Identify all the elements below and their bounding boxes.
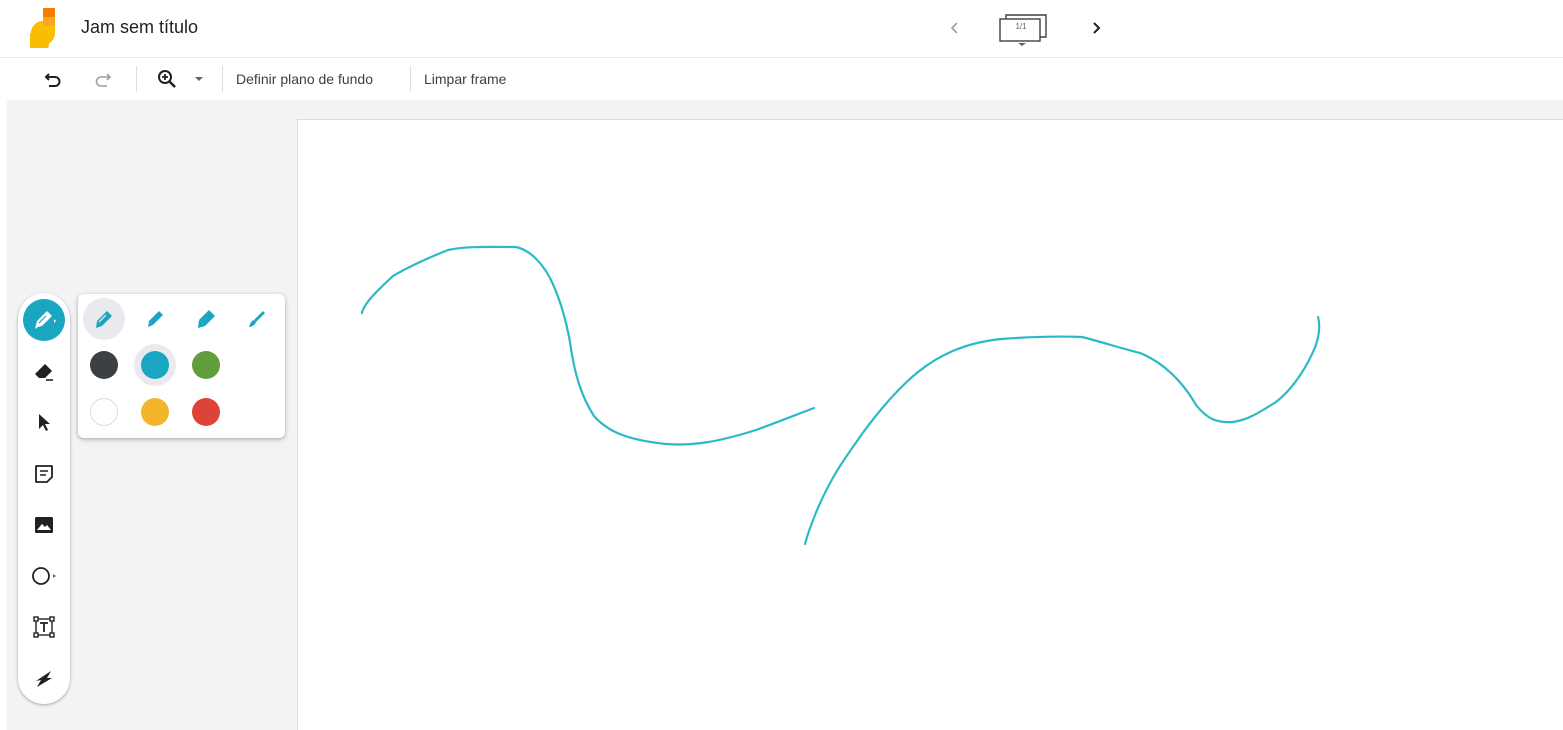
eraser-tool-button[interactable] (23, 350, 65, 392)
undo-button[interactable] (38, 64, 68, 94)
sticky-note-icon (35, 465, 53, 483)
color-swatch-green[interactable] (185, 344, 227, 386)
text-box-tool-button[interactable] (23, 606, 65, 648)
pen-type-brush[interactable] (236, 298, 278, 340)
eraser-icon (35, 364, 53, 381)
edit-toolbar: Definir plano de fundo Limpar frame (0, 58, 1563, 100)
circle-icon (32, 567, 56, 585)
clear-frame-label: Limpar frame (424, 71, 507, 87)
jamboard-logo (30, 8, 55, 48)
zoom-in-icon (158, 70, 176, 88)
color-swatch-red[interactable] (185, 391, 227, 433)
document-title[interactable]: Jam sem título (81, 17, 198, 38)
color-dot (192, 351, 220, 379)
color-dot (141, 398, 169, 426)
whiteboard-canvas[interactable] (297, 119, 1563, 730)
redo-button[interactable] (88, 64, 118, 94)
color-dot (141, 351, 169, 379)
app-header: Jam sem título 1/1 (0, 0, 1563, 58)
image-tool-button[interactable] (23, 504, 65, 546)
marker-icon (35, 311, 56, 329)
pen-options-popover (78, 294, 285, 438)
previous-frame-button[interactable] (940, 10, 970, 46)
laser-tool-button[interactable] (23, 657, 65, 699)
marker-icon (148, 311, 163, 327)
zoom-button[interactable] (152, 64, 182, 94)
undo-icon (44, 73, 61, 87)
color-dot (192, 398, 220, 426)
image-icon (35, 517, 53, 533)
set-background-button[interactable]: Definir plano de fundo (236, 64, 373, 94)
pen-type-marker[interactable] (134, 298, 176, 340)
clear-frame-button[interactable]: Limpar frame (424, 64, 506, 94)
cursor-arrow-icon (39, 414, 50, 431)
pen-tool-button[interactable] (23, 299, 65, 341)
color-swatch-black[interactable] (83, 344, 125, 386)
next-frame-button[interactable] (1081, 10, 1111, 46)
chevron-right-icon (1093, 22, 1101, 34)
set-background-label: Definir plano de fundo (236, 71, 373, 87)
sticky-note-tool-button[interactable] (23, 453, 65, 495)
ink-stroke[interactable] (803, 315, 1321, 546)
ink-stroke[interactable] (360, 245, 816, 446)
pen-type-pen[interactable] (83, 298, 125, 340)
toolbar-divider (410, 66, 411, 92)
redo-icon (95, 73, 112, 87)
toolbar-divider (136, 66, 137, 92)
color-dot (90, 398, 118, 426)
select-tool-button[interactable] (23, 401, 65, 443)
toolbar-divider (222, 66, 223, 92)
pen-type-highlighter[interactable] (185, 298, 227, 340)
frame-counter: 1/1 (1015, 22, 1027, 31)
laser-icon (36, 671, 52, 687)
chevron-left-icon (950, 22, 958, 34)
color-dot (90, 351, 118, 379)
drawing-layer (360, 245, 1321, 546)
shape-tool-button[interactable] (23, 555, 65, 597)
text-box-icon (33, 616, 55, 638)
color-swatch-white[interactable] (83, 391, 125, 433)
brush-icon (249, 311, 265, 327)
color-swatch-blue[interactable] (134, 344, 176, 386)
color-swatch-yellow[interactable] (134, 391, 176, 433)
pen-icon (96, 311, 112, 328)
frame-bar-toggle[interactable]: 1/1 (998, 12, 1058, 46)
highlighter-icon (198, 310, 215, 328)
tool-rail (18, 293, 70, 704)
zoom-dropdown-button[interactable] (190, 64, 208, 94)
caret-down-icon (195, 77, 203, 81)
